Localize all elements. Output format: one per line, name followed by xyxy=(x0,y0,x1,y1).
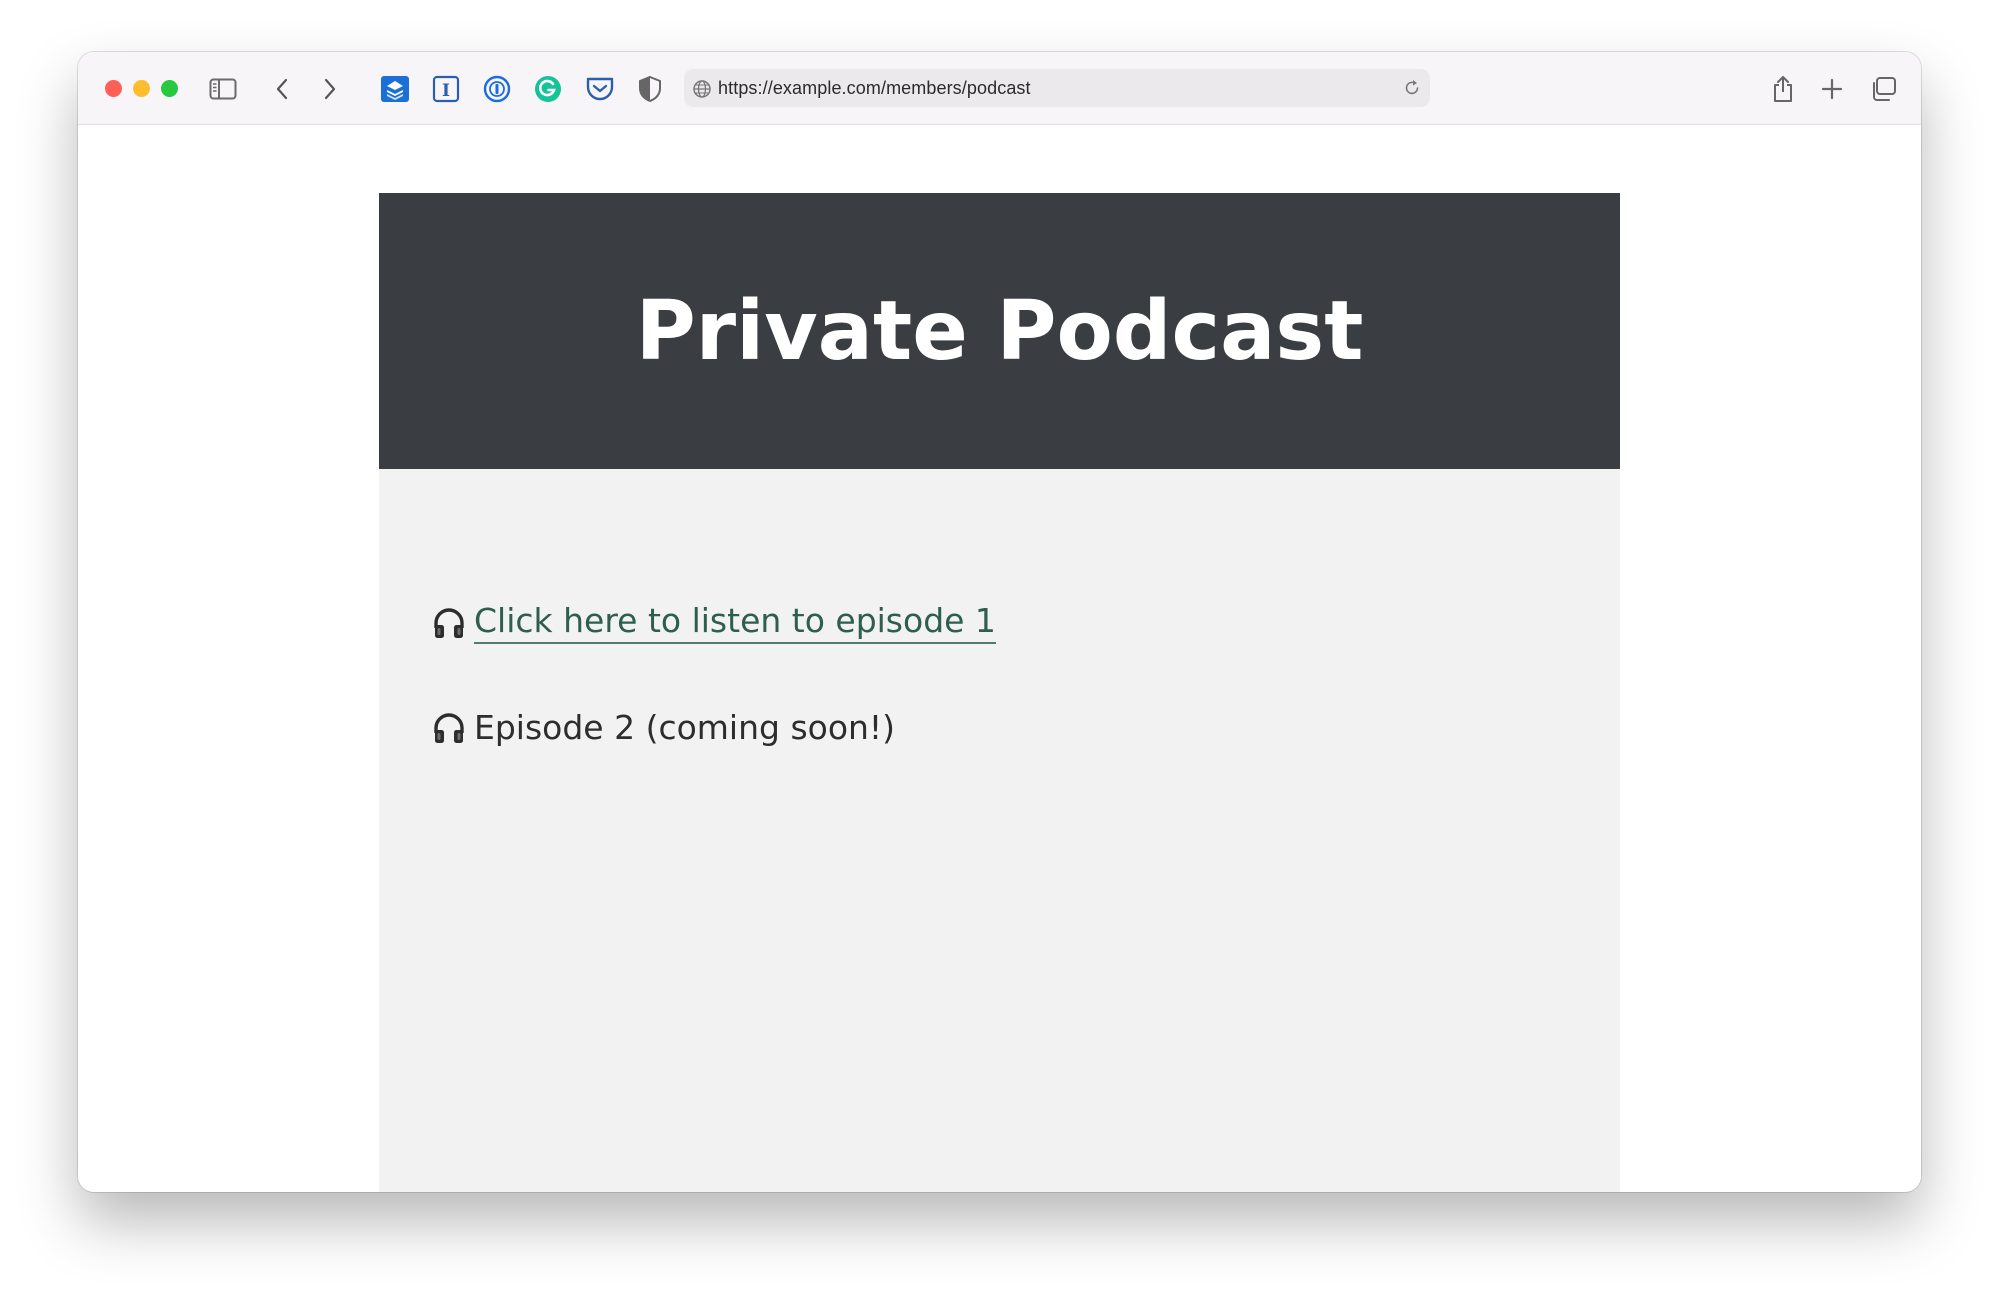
grammarly-icon[interactable] xyxy=(533,74,563,104)
zoom-window-button[interactable] xyxy=(161,80,178,97)
episode-2-row: Episode 2 (coming soon!) xyxy=(432,708,895,747)
share-icon[interactable] xyxy=(1768,74,1798,104)
address-bar[interactable]: https://example.com/members/podcast xyxy=(684,69,1430,107)
forward-chevron-icon[interactable] xyxy=(315,74,345,104)
episode-2-label: Episode 2 (coming soon!) xyxy=(474,708,896,747)
minimize-window-button[interactable] xyxy=(133,80,150,97)
privacy-shield-icon[interactable] xyxy=(635,74,665,104)
url-text[interactable]: https://example.com/members/podcast xyxy=(718,78,1031,99)
onepassword-icon[interactable] xyxy=(482,74,512,104)
web-content: Private Podcast Click here to listen to … xyxy=(78,125,1921,1192)
headphones-icon xyxy=(434,607,464,638)
screenshot-stage: I https://example.com/members/podcast Pr… xyxy=(0,0,1999,1295)
hero-banner: Private Podcast xyxy=(379,193,1620,469)
tab-overview-icon[interactable] xyxy=(1868,74,1898,104)
page-title: Private Podcast xyxy=(635,283,1364,379)
browser-toolbar: I https://example.com/members/podcast xyxy=(78,52,1921,125)
browser-window: I https://example.com/members/podcast Pr… xyxy=(78,52,1921,1192)
episode-1-row: Click here to listen to episode 1 xyxy=(432,601,996,644)
new-tab-plus-icon[interactable] xyxy=(1817,74,1847,104)
svg-text:I: I xyxy=(442,81,450,101)
buffer-icon[interactable] xyxy=(380,74,410,104)
podcast-page: Private Podcast Click here to listen to … xyxy=(379,193,1620,1192)
globe-icon xyxy=(692,79,712,103)
pocket-icon[interactable] xyxy=(585,74,615,104)
close-window-button[interactable] xyxy=(105,80,122,97)
headphones-icon xyxy=(434,712,464,743)
episode-1-link[interactable]: Click here to listen to episode 1 xyxy=(474,601,996,644)
sidebar-toggle-icon[interactable] xyxy=(208,74,238,104)
back-chevron-icon[interactable] xyxy=(267,74,297,104)
instapaper-icon[interactable]: I xyxy=(431,74,461,104)
reload-icon[interactable] xyxy=(1402,78,1422,102)
